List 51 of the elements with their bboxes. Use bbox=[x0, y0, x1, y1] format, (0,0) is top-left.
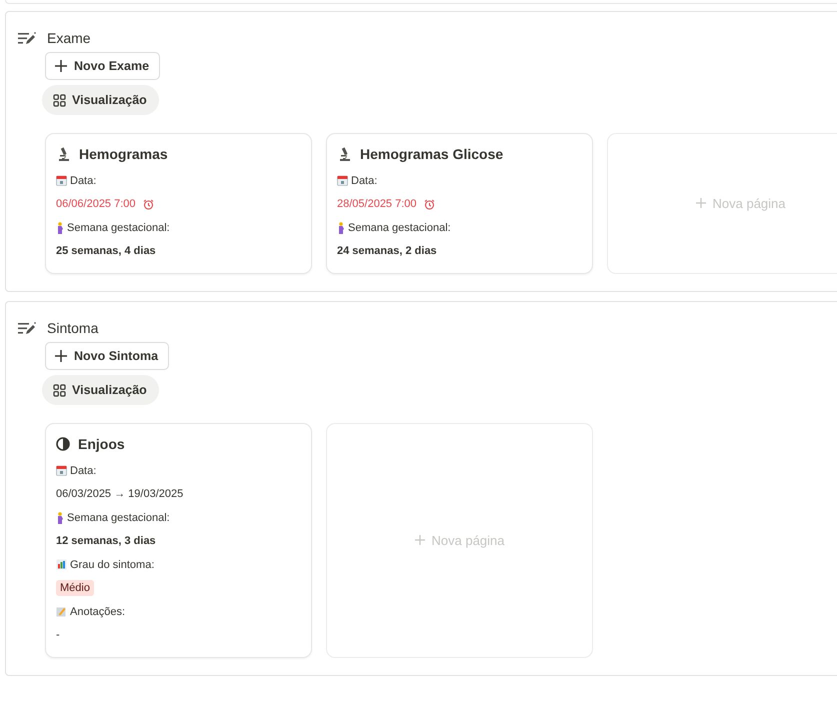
page-card[interactable]: Hemogramas Data: 06/06/2025 7:00 Semana gestacional: 25 semanas, 4 dias bbox=[45, 133, 312, 274]
property-label: Data: bbox=[70, 464, 96, 477]
view-button[interactable]: Visualização bbox=[42, 375, 159, 405]
property-label: Data: bbox=[70, 174, 96, 187]
calendar-icon bbox=[337, 175, 348, 186]
view-button[interactable]: Visualização bbox=[42, 85, 159, 115]
new-item-button[interactable]: Novo Exame bbox=[45, 52, 160, 80]
property-value: 12 semanas, 3 dias bbox=[56, 535, 156, 548]
property-value: 24 semanas, 2 dias bbox=[337, 245, 437, 258]
bar-chart-icon bbox=[56, 559, 67, 570]
page-card[interactable]: Hemogramas Glicose Data: 28/05/2025 7:00 Semana gestacional: 24 semanas, 2 dias bbox=[326, 133, 593, 274]
property-label: Semana gestacional: bbox=[67, 512, 170, 524]
section-title: Exame bbox=[47, 30, 91, 46]
microscope-icon bbox=[56, 146, 71, 162]
pregnant-person-icon bbox=[56, 512, 64, 524]
contrast-icon bbox=[56, 437, 70, 451]
property-label: Grau do sintoma: bbox=[70, 558, 154, 571]
grid-icon bbox=[53, 384, 66, 396]
property-label: Semana gestacional: bbox=[67, 222, 170, 234]
section-title: Sintoma bbox=[47, 320, 98, 336]
pregnant-person-icon bbox=[337, 222, 345, 234]
plus-icon bbox=[696, 198, 706, 208]
calendar-icon bbox=[56, 465, 67, 476]
alarm-clock-icon bbox=[142, 198, 154, 210]
property-value: 06/03/2025 → 19/03/2025 bbox=[56, 488, 184, 500]
grid-icon bbox=[53, 94, 66, 106]
new-page-label: Nova página bbox=[432, 532, 504, 548]
microscope-icon bbox=[337, 146, 352, 162]
new-item-button[interactable]: Novo Sintoma bbox=[45, 342, 170, 370]
level-tag: Médio bbox=[56, 580, 94, 596]
alarm-clock-icon bbox=[424, 198, 435, 210]
date-value: 28/05/2025 7:00 bbox=[337, 198, 417, 210]
property-label: Data: bbox=[351, 174, 378, 187]
property-label: Anotações: bbox=[70, 606, 126, 618]
property-value: 25 semanas, 4 dias bbox=[56, 245, 156, 258]
list-edit-icon bbox=[18, 32, 38, 44]
card-title: Hemogramas Glicose bbox=[360, 146, 504, 162]
card-title: Hemogramas bbox=[79, 146, 168, 162]
pregnant-person-icon bbox=[56, 222, 64, 234]
plus-icon bbox=[55, 350, 67, 362]
page-card[interactable]: Enjoos Data: 06/03/2025 → 19/03/2025 Semana gestacional: 12 semanas, 3 dias Grau do sintoma: Médio Anotações: - bbox=[45, 423, 312, 658]
calendar-icon bbox=[56, 175, 67, 186]
card-title: Enjoos bbox=[78, 436, 125, 452]
memo-icon bbox=[56, 606, 67, 618]
date-value: 06/06/2025 7:00 bbox=[56, 198, 136, 210]
property-value: - bbox=[56, 629, 60, 642]
property-label: Semana gestacional: bbox=[348, 222, 451, 234]
new-page-label: Nova página bbox=[712, 196, 786, 210]
plus-icon bbox=[414, 535, 424, 545]
plus-icon bbox=[55, 60, 67, 72]
list-edit-icon bbox=[18, 322, 38, 334]
